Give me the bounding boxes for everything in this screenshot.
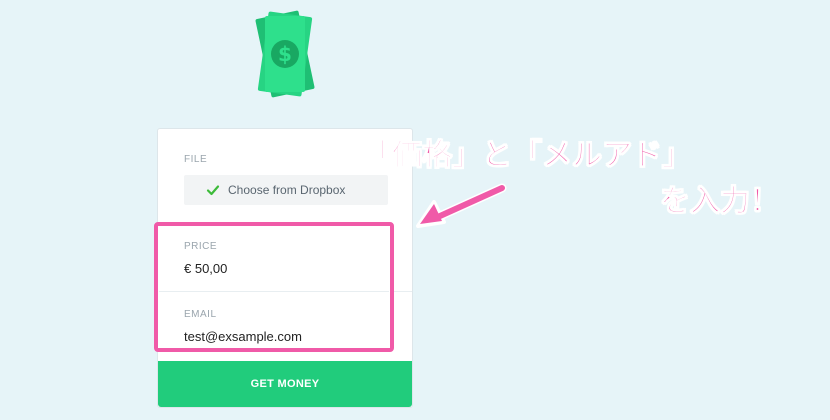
annotation-text-line2: を入力！ (660, 184, 781, 220)
file-label: FILE (184, 154, 208, 165)
choose-from-dropbox-button[interactable]: Choose from Dropbox (184, 175, 388, 205)
check-icon (206, 185, 220, 196)
dropbox-button-label: Choose from Dropbox (228, 183, 346, 197)
annotation-text-line1: 「価格」と「メルアド」 (362, 138, 693, 174)
money-bill-icon: $ (255, 10, 315, 98)
svg-text:$: $ (278, 42, 292, 66)
arrow-icon (416, 183, 507, 228)
highlight-box (154, 222, 394, 352)
get-money-button[interactable]: GET MONEY (158, 361, 412, 407)
